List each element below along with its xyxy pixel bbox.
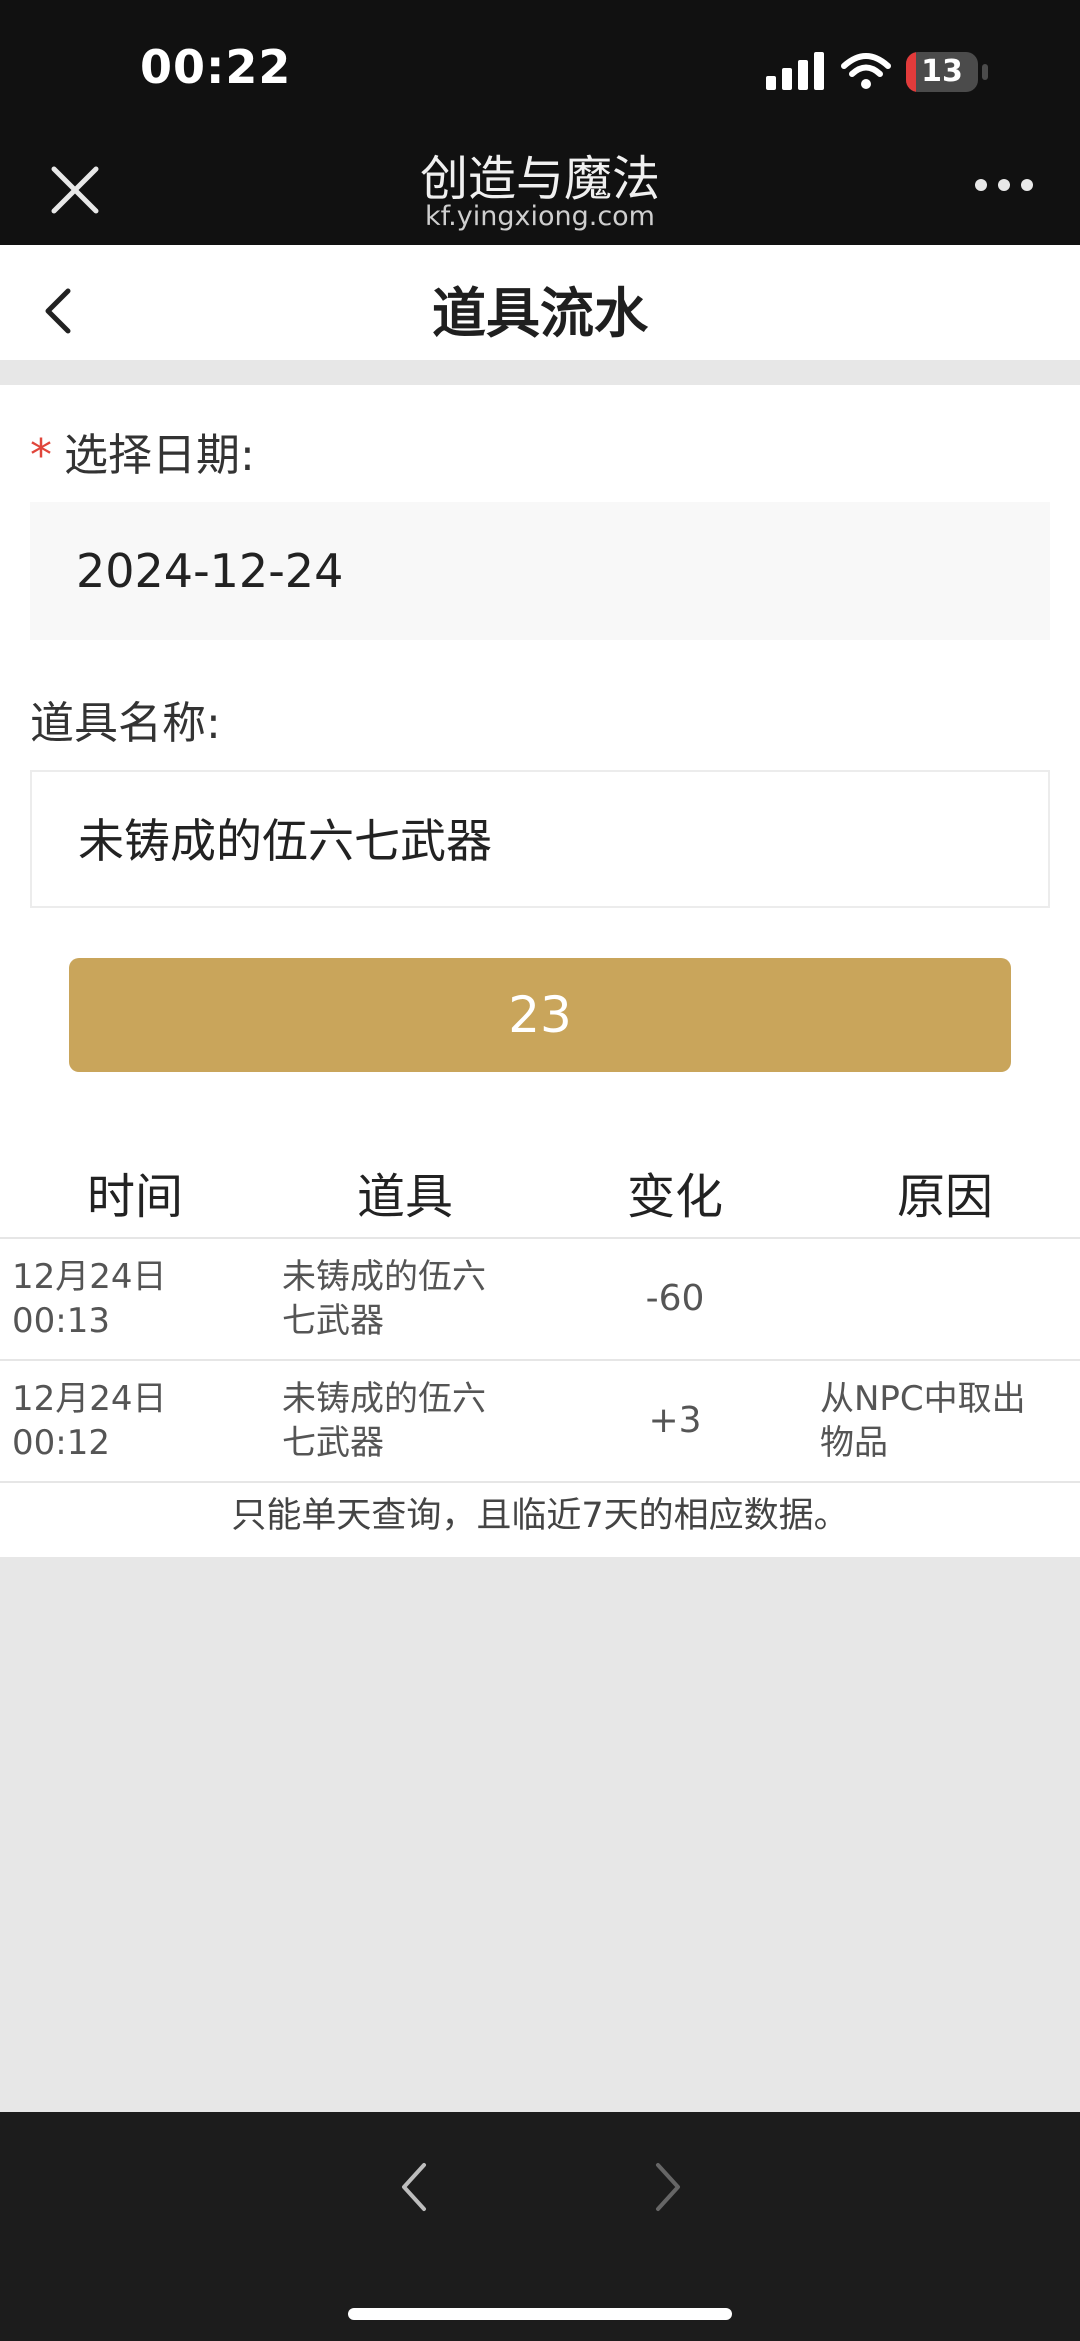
cell-time: 12月24日 00:12 bbox=[12, 1377, 242, 1465]
item-label: 道具名称: bbox=[30, 698, 221, 749]
battery-cap bbox=[982, 64, 988, 80]
wifi-icon bbox=[841, 53, 891, 89]
cell-time-clock: 00:13 bbox=[12, 1301, 110, 1341]
cell-change: -60 bbox=[645, 1278, 705, 1319]
more-icon[interactable] bbox=[974, 178, 1034, 192]
submit-button[interactable]: 23 bbox=[69, 958, 1011, 1072]
cell-item-line: 未铸成的伍六 bbox=[282, 1257, 486, 1297]
chevron-left-icon[interactable] bbox=[396, 2157, 432, 2217]
cell-time: 12月24日 00:13 bbox=[12, 1255, 242, 1343]
cell-item: 未铸成的伍六 七武器 bbox=[282, 1255, 532, 1343]
table-row: 12月24日 00:12 未铸成的伍六 七武器 +3 从NPC中取出 物品 bbox=[0, 1361, 1080, 1481]
status-time: 00:22 bbox=[140, 40, 292, 94]
chevron-right-icon[interactable] bbox=[650, 2157, 686, 2217]
query-footnote: 只能单天查询，且临近7天的相应数据。 bbox=[231, 1496, 849, 1536]
status-bar: 00:22 13 bbox=[0, 0, 1080, 125]
item-name-input[interactable]: 未铸成的伍六七武器 bbox=[30, 770, 1050, 908]
table-divider bbox=[0, 1481, 1080, 1483]
query-form: * 选择日期: 2024-12-24 道具名称: 未铸成的伍六七武器 23 时间 … bbox=[0, 385, 1080, 1557]
cell-reason-line: 从NPC中取出 bbox=[820, 1379, 1026, 1419]
column-header-time: 时间 bbox=[86, 1169, 183, 1225]
cell-time-clock: 00:12 bbox=[12, 1423, 110, 1463]
cell-item-line: 未铸成的伍六 bbox=[282, 1379, 486, 1419]
page-header: 道具流水 bbox=[0, 245, 1080, 360]
column-header-change: 变化 bbox=[626, 1169, 723, 1225]
column-header-item: 道具 bbox=[356, 1169, 453, 1225]
date-picker[interactable]: 2024-12-24 bbox=[30, 502, 1050, 640]
required-mark: * bbox=[30, 430, 52, 481]
signal-icon bbox=[766, 52, 824, 90]
cell-reason: 从NPC中取出 物品 bbox=[820, 1377, 1070, 1465]
bottom-nav-bar bbox=[0, 2112, 1080, 2341]
app-title: 创造与魔法 bbox=[419, 151, 660, 207]
cell-item: 未铸成的伍六 七武器 bbox=[282, 1377, 532, 1465]
home-indicator[interactable] bbox=[348, 2308, 732, 2320]
table-header: 时间 道具 变化 原因 bbox=[0, 1155, 1080, 1239]
date-label: * 选择日期: bbox=[30, 419, 255, 483]
battery-level: 13 bbox=[921, 54, 963, 89]
cell-time-date: 12月24日 bbox=[12, 1257, 167, 1297]
date-label-text: 选择日期: bbox=[64, 430, 255, 481]
battery-icon: 13 bbox=[906, 52, 978, 92]
app-domain: kf.yingxiong.com bbox=[425, 201, 655, 232]
table-row: 12月24日 00:13 未铸成的伍六 七武器 -60 bbox=[0, 1239, 1080, 1359]
cell-item-line: 七武器 bbox=[282, 1301, 384, 1341]
page-title: 道具流水 bbox=[432, 282, 648, 345]
cell-change: +3 bbox=[648, 1400, 702, 1441]
column-header-reason: 原因 bbox=[896, 1169, 993, 1225]
cell-time-date: 12月24日 bbox=[12, 1379, 167, 1419]
miniprogram-title-bar: 创造与魔法 kf.yingxiong.com bbox=[0, 125, 1080, 245]
cell-reason-line: 物品 bbox=[820, 1423, 888, 1463]
cell-item-line: 七武器 bbox=[282, 1423, 384, 1463]
